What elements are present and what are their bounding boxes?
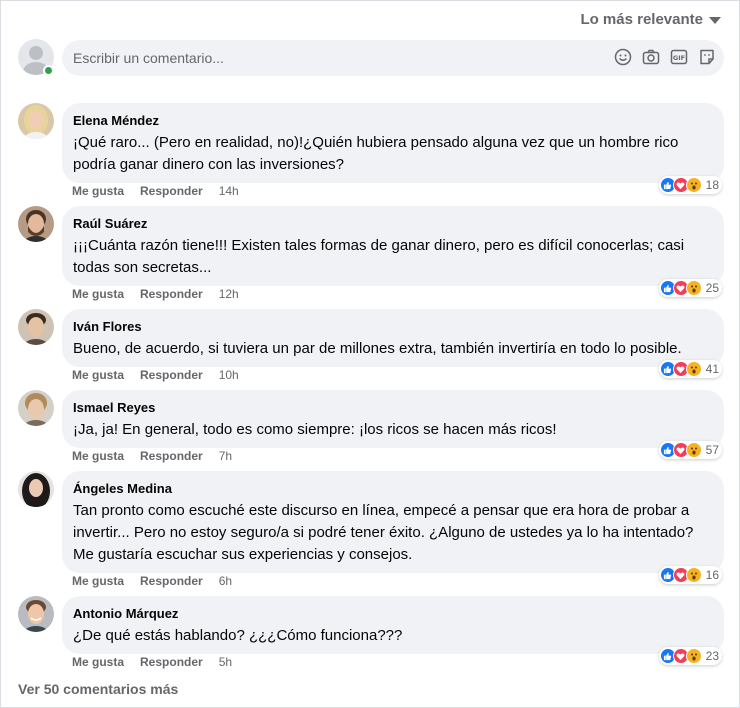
comment-timestamp[interactable]: 6h <box>219 574 232 588</box>
comment-bubble: Iván Flores Bueno, de acuerdo, si tuvier… <box>62 309 724 367</box>
reaction-summary[interactable]: 23 <box>658 647 722 665</box>
avatar[interactable] <box>18 309 54 345</box>
reaction-count: 18 <box>705 178 719 192</box>
reply-button[interactable]: Responder <box>140 655 203 669</box>
comment-bubble: Ismael Reyes ¡Ja, ja! En general, todo e… <box>62 390 724 448</box>
wow-reaction-icon <box>685 361 702 377</box>
like-button[interactable]: Me gusta <box>72 449 124 463</box>
comment-input-box[interactable]: GIF <box>62 40 724 76</box>
comment-text: ¿De qué estás hablando? ¿¿¿Cómo funciona… <box>73 627 403 644</box>
comment-timestamp[interactable]: 5h <box>219 655 232 669</box>
camera-icon[interactable] <box>642 48 660 66</box>
reaction-count: 23 <box>705 649 719 663</box>
reply-button[interactable]: Responder <box>140 184 203 198</box>
svg-text:GIF: GIF <box>673 54 685 62</box>
comment-text: ¡Qué raro... (Pero en realidad, no)!¿Qui… <box>73 134 679 173</box>
comment-actions: Me gusta Responder 14h <box>72 184 239 198</box>
comment-text: ¡¡¡Cuánta razón tiene!!! Existen tales f… <box>73 237 685 276</box>
reaction-summary[interactable]: 57 <box>658 441 722 459</box>
wow-reaction-icon <box>685 648 702 664</box>
comment-bubble: Raúl Suárez ¡¡¡Cuánta razón tiene!!! Exi… <box>62 206 724 286</box>
commenter-name[interactable]: Elena Méndez <box>73 113 713 129</box>
reply-button[interactable]: Responder <box>140 368 203 382</box>
wow-reaction-icon <box>685 280 702 296</box>
like-button[interactable]: Me gusta <box>72 655 124 669</box>
reaction-summary[interactable]: 25 <box>658 279 722 297</box>
sort-label: Lo más relevante <box>580 11 703 28</box>
comment-actions: Me gusta Responder 6h <box>72 574 232 588</box>
sort-dropdown[interactable]: Lo más relevante <box>580 11 721 28</box>
gif-icon[interactable]: GIF <box>670 48 688 66</box>
reaction-count: 41 <box>705 362 719 376</box>
comment-timestamp[interactable]: 10h <box>219 368 239 382</box>
comment-text: ¡Ja, ja! En general, todo es como siempr… <box>73 421 557 438</box>
reaction-summary[interactable]: 16 <box>658 566 722 584</box>
wow-reaction-icon <box>685 177 702 193</box>
comment-actions: Me gusta Responder 10h <box>72 368 239 382</box>
commenter-name[interactable]: Antonio Márquez <box>73 606 713 622</box>
view-more-comments-link[interactable]: Ver 50 comentarios más <box>18 681 178 697</box>
reaction-count: 57 <box>705 443 719 457</box>
reply-button[interactable]: Responder <box>140 449 203 463</box>
wow-reaction-icon <box>685 442 702 458</box>
like-button[interactable]: Me gusta <box>72 368 124 382</box>
comment-composer: GIF <box>18 39 724 77</box>
comment-bubble: Ángeles Medina Tan pronto como escuché e… <box>62 471 724 573</box>
comment-bubble: Antonio Márquez ¿De qué estás hablando? … <box>62 596 724 654</box>
avatar[interactable] <box>18 596 54 632</box>
reaction-summary[interactable]: 18 <box>658 176 722 194</box>
reaction-summary[interactable]: 41 <box>658 360 722 378</box>
comment-actions: Me gusta Responder 12h <box>72 287 239 301</box>
reply-button[interactable]: Responder <box>140 287 203 301</box>
commenter-name[interactable]: Ángeles Medina <box>73 481 713 497</box>
comment-timestamp[interactable]: 12h <box>219 287 239 301</box>
comment-actions: Me gusta Responder 7h <box>72 449 232 463</box>
comment-timestamp[interactable]: 7h <box>219 449 232 463</box>
like-button[interactable]: Me gusta <box>72 574 124 588</box>
like-button[interactable]: Me gusta <box>72 287 124 301</box>
reaction-count: 25 <box>705 281 719 295</box>
sticker-icon[interactable] <box>698 48 716 66</box>
avatar[interactable] <box>18 206 54 242</box>
comment-text: Bueno, de acuerdo, si tuviera un par de … <box>73 340 682 357</box>
comment-text: Tan pronto como escuché este discurso en… <box>73 502 694 563</box>
comments-panel: Lo más relevante GIF <box>0 0 740 708</box>
chevron-down-icon <box>709 17 721 24</box>
wow-reaction-icon <box>685 567 702 583</box>
avatar[interactable] <box>18 103 54 139</box>
comment-actions: Me gusta Responder 5h <box>72 655 232 669</box>
commenter-name[interactable]: Ismael Reyes <box>73 400 713 416</box>
avatar[interactable] <box>18 471 54 507</box>
comment-input[interactable] <box>73 50 593 66</box>
avatar[interactable] <box>18 390 54 426</box>
online-status-icon <box>43 65 54 76</box>
like-button[interactable]: Me gusta <box>72 184 124 198</box>
comment-bubble: Elena Méndez ¡Qué raro... (Pero en reali… <box>62 103 724 183</box>
emoji-icon[interactable] <box>614 48 632 66</box>
comment-timestamp[interactable]: 14h <box>219 184 239 198</box>
reaction-count: 16 <box>705 568 719 582</box>
commenter-name[interactable]: Iván Flores <box>73 319 713 335</box>
reply-button[interactable]: Responder <box>140 574 203 588</box>
commenter-name[interactable]: Raúl Suárez <box>73 216 713 232</box>
